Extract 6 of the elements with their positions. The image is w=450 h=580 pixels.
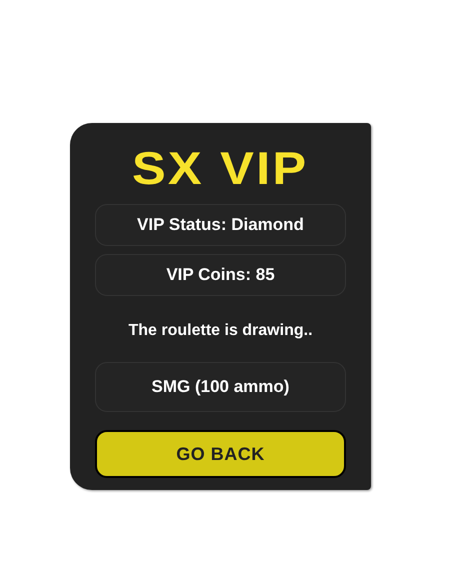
info-field: VIP Coins: 85 — [95, 254, 346, 296]
logo: SX VIP — [132, 143, 309, 193]
go-back-button[interactable]: GO BACK — [95, 430, 346, 478]
status-message: The roulette is drawing.. — [127, 321, 314, 341]
result-field: SMG (100 ammo) — [95, 362, 346, 412]
info-field: VIP Status: Diamond — [95, 204, 346, 246]
